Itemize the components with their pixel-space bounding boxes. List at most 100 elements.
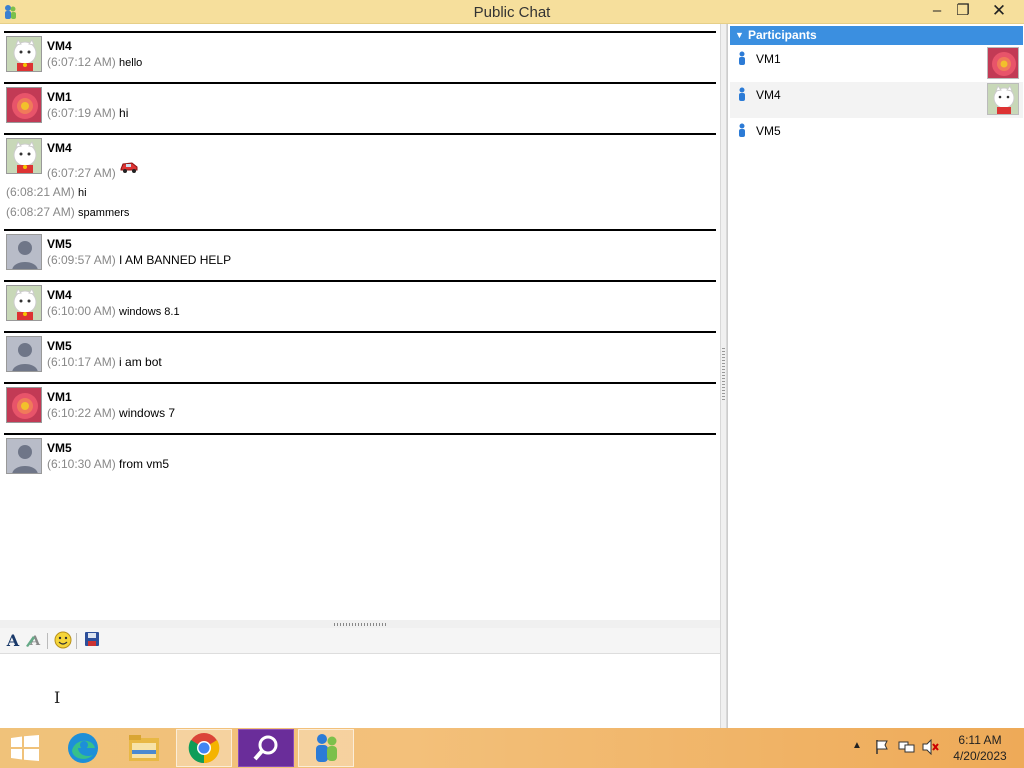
chrome-icon[interactable]	[176, 729, 232, 767]
default-person-avatar	[6, 234, 42, 270]
lucky-cat-avatar	[987, 83, 1019, 115]
file-explorer-icon[interactable]	[116, 729, 172, 767]
lucky-cat-avatar	[6, 138, 42, 174]
restore-button[interactable]: ❐	[948, 0, 978, 22]
message-sender: VM1	[47, 90, 72, 104]
text-cursor-icon: I	[54, 688, 61, 707]
taskbar: ▲ 6:11 AM 4/20/2023	[0, 728, 1024, 768]
message-timestamp: (6:08:21 AM)	[6, 185, 75, 199]
participant-name: VM4	[756, 88, 781, 102]
message-group: VM1 (6:10:22 AM) windows 7	[4, 382, 716, 432]
close-button[interactable]: ✕	[982, 0, 1016, 22]
font-icon[interactable]: A	[3, 631, 23, 651]
message-text: windows 7	[119, 406, 176, 420]
default-person-avatar	[6, 336, 42, 372]
flower-avatar	[987, 47, 1019, 79]
message-timestamp: (6:10:00 AM)	[47, 304, 116, 318]
message-group: VM5 (6:10:30 AM) from vm5	[4, 433, 716, 483]
participant-item[interactable]: VM4	[730, 82, 1023, 118]
message-line: (6:07:12 AM) hello	[47, 55, 142, 69]
participants-header[interactable]: ▼ Participants	[730, 26, 1023, 45]
participant-name: VM1	[756, 52, 781, 66]
message-line: (6:08:27 AM) spammers	[6, 205, 129, 219]
toolbar-separator	[47, 633, 48, 649]
save-icon[interactable]	[82, 631, 102, 651]
message-timestamp: (6:09:57 AM)	[47, 253, 116, 267]
message-text: i am bot	[119, 355, 162, 369]
message-group: VM4 (6:07:27 AM) (6:08:21 AM) hi (6:08:2…	[4, 133, 716, 229]
show-hidden-icons-icon[interactable]: ▲	[852, 740, 862, 751]
user-status-icon	[739, 123, 745, 137]
format-toolbar: A A	[0, 628, 720, 654]
input-splitter[interactable]	[0, 620, 720, 628]
message-timestamp: (6:07:27 AM)	[47, 166, 116, 180]
message-text: I AM BANNED HELP	[119, 253, 232, 267]
message-line: (6:09:57 AM) I AM BANNED HELP	[47, 253, 231, 267]
message-sender: VM4	[47, 39, 72, 53]
participant-item[interactable]: VM5	[730, 118, 1023, 154]
start-button[interactable]	[0, 729, 50, 767]
text-color-icon[interactable]: A	[24, 631, 44, 651]
message-line: (6:10:17 AM) i am bot	[47, 355, 162, 369]
participants-panel: ▼ Participants VM1 VM4 VM5	[727, 24, 1024, 728]
user-status-icon	[739, 51, 745, 65]
default-person-avatar	[6, 438, 42, 474]
car-emoticon-icon	[120, 162, 138, 173]
title-bar: Public Chat – ❐ ✕	[0, 0, 1024, 24]
message-sender: VM5	[47, 339, 72, 353]
system-clock[interactable]: 6:11 AM 4/20/2023	[944, 732, 1016, 764]
chat-history[interactable]: VM4 (6:07:12 AM) hello VM1 (6:07:19 AM) …	[0, 24, 720, 620]
message-group: VM5 (6:09:57 AM) I AM BANNED HELP	[4, 229, 716, 279]
clock-date: 4/20/2023	[953, 749, 1007, 763]
user-status-icon	[739, 87, 745, 101]
message-line: (6:10:00 AM) windows 8.1	[47, 304, 180, 318]
lucky-cat-avatar	[6, 36, 42, 72]
edge-icon[interactable]	[56, 729, 112, 767]
participant-item[interactable]: VM1	[730, 46, 1023, 82]
message-sender: VM5	[47, 441, 72, 455]
flower-avatar	[6, 387, 42, 423]
windows-logo-icon	[11, 735, 39, 761]
message-group: VM1 (6:07:19 AM) hi	[4, 82, 716, 132]
message-line: (6:07:27 AM)	[47, 161, 139, 180]
message-text: windows 8.1	[119, 306, 180, 318]
message-group: VM4 (6:07:12 AM) hello	[4, 31, 716, 81]
search-app-icon[interactable]	[238, 729, 294, 767]
clock-time: 6:11 AM	[958, 733, 1002, 747]
message-text: hi	[119, 106, 129, 120]
message-sender: VM4	[47, 288, 72, 302]
emoticon-icon[interactable]	[53, 631, 73, 651]
participant-name: VM5	[756, 124, 781, 138]
message-line: (6:10:30 AM) from vm5	[47, 457, 169, 471]
message-line: (6:08:21 AM) hi	[6, 185, 87, 199]
message-sender: VM5	[47, 237, 72, 251]
message-timestamp: (6:08:27 AM)	[6, 205, 75, 219]
action-center-flag-icon[interactable]	[874, 739, 890, 758]
collapse-triangle-icon: ▼	[735, 30, 744, 40]
lucky-cat-avatar	[6, 285, 42, 321]
flower-avatar	[6, 87, 42, 123]
pane-splitter[interactable]	[720, 24, 727, 728]
toolbar-separator	[76, 633, 77, 649]
message-sender: VM4	[47, 141, 72, 155]
message-timestamp: (6:07:19 AM)	[47, 106, 116, 120]
network-icon[interactable]	[898, 739, 916, 758]
message-line: (6:10:22 AM) windows 7	[47, 406, 175, 420]
messenger-icon[interactable]	[298, 729, 354, 767]
message-text: hello	[119, 57, 143, 69]
message-sender: VM1	[47, 390, 72, 404]
message-timestamp: (6:10:17 AM)	[47, 355, 116, 369]
splitter-grip[interactable]	[722, 348, 725, 402]
message-timestamp: (6:10:22 AM)	[47, 406, 116, 420]
message-group: VM5 (6:10:17 AM) i am bot	[4, 331, 716, 381]
message-text: spammers	[78, 207, 130, 219]
window-title: Public Chat	[473, 4, 551, 21]
splitter-grip[interactable]	[334, 623, 388, 626]
message-line: (6:07:19 AM) hi	[47, 106, 128, 120]
participants-header-label: Participants	[748, 28, 817, 42]
message-group: VM4 (6:10:00 AM) windows 8.1	[4, 280, 716, 330]
message-input[interactable]: I	[0, 655, 720, 728]
message-timestamp: (6:10:30 AM)	[47, 457, 116, 471]
volume-muted-icon[interactable]	[922, 738, 940, 758]
message-timestamp: (6:07:12 AM)	[47, 55, 116, 69]
